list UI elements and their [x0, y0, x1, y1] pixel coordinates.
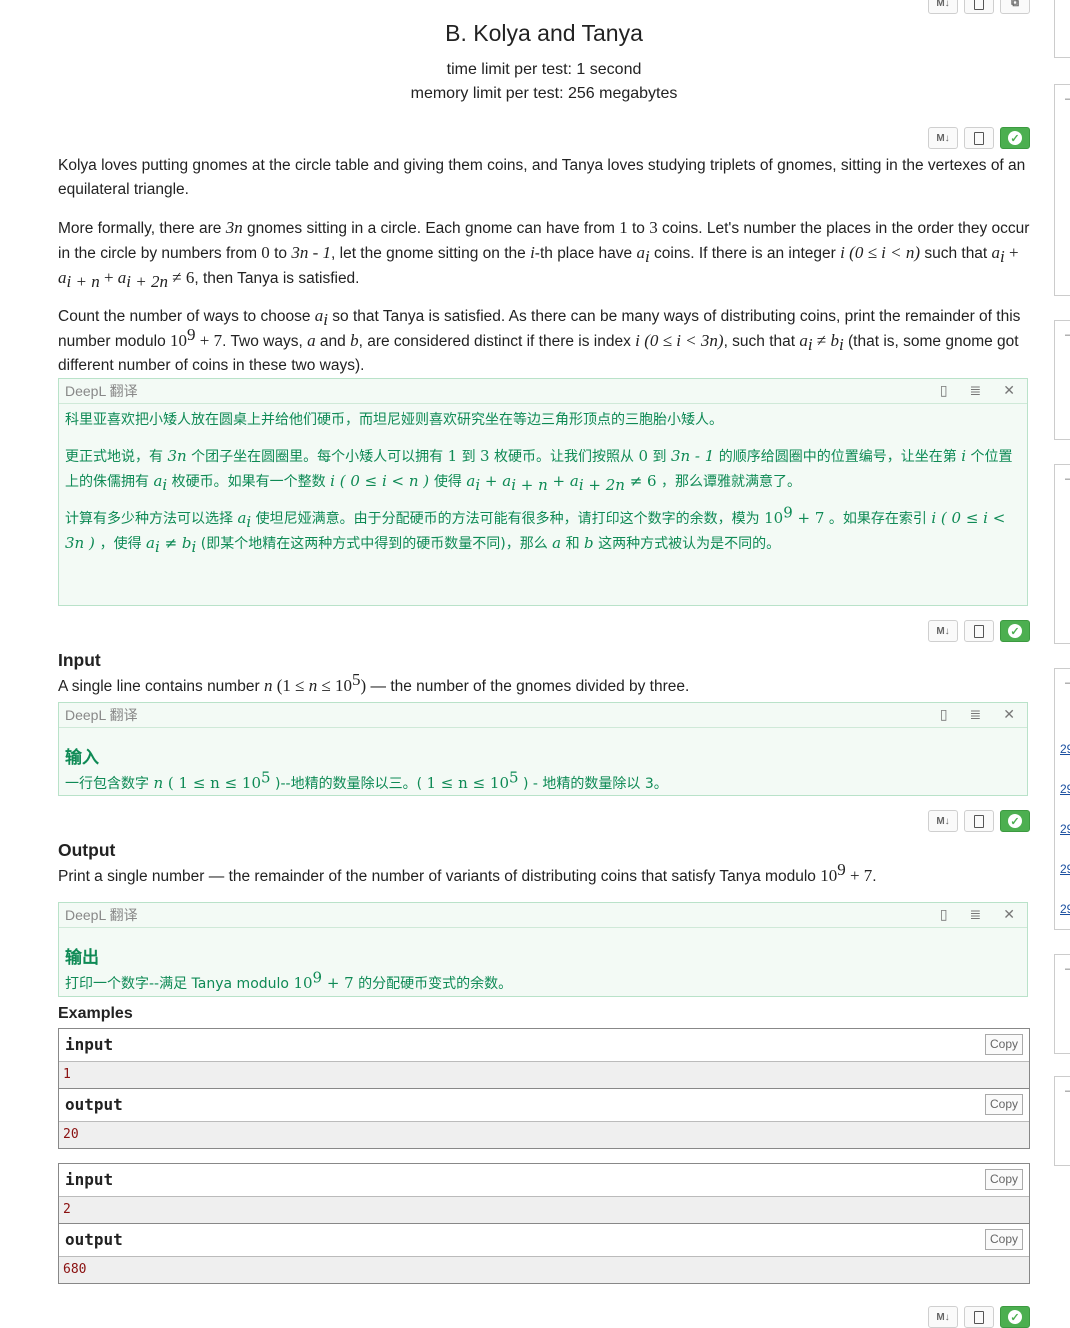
- example-input-data: 1: [59, 1062, 1029, 1089]
- copy-input-button[interactable]: Copy: [985, 1034, 1023, 1055]
- example-output-header: output Copy: [59, 1224, 1029, 1257]
- example-input-data: 2: [59, 1197, 1029, 1224]
- limits: time limit per test: 1 second memory lim…: [58, 58, 1030, 106]
- copy-output-button[interactable]: Copy: [985, 1094, 1023, 1115]
- statement-paragraph-2: More formally, there are 3n gnomes sitti…: [58, 218, 1030, 292]
- input-description: A single line contains number n (1 ≤ n ≤…: [58, 669, 690, 695]
- sidebar-link[interactable]: 29: [1060, 742, 1070, 756]
- markdown-button[interactable]: M↓: [928, 0, 958, 14]
- sidebar-box: –: [1054, 84, 1070, 296]
- clipboard-icon: [974, 624, 984, 638]
- copy-icon[interactable]: ▯: [940, 906, 948, 923]
- markdown-icon: M↓: [936, 625, 950, 637]
- check-icon: ✓: [1008, 1310, 1022, 1324]
- deepl-text: 打印一个数字--满足 Tanya modulo 109 + 7 的分配硬币变式的…: [65, 968, 513, 992]
- deepl-body: 科里亚喜欢把小矮人放在圆桌上并给他们硬币，而坦尼娅则喜欢研究坐在等边三角形顶点的…: [59, 404, 1027, 560]
- sidebar-box: –: [1054, 1076, 1070, 1166]
- copy-button[interactable]: [964, 620, 994, 642]
- statement-toolbar: M↓ ✓: [928, 127, 1030, 149]
- copy-button[interactable]: [964, 1306, 994, 1328]
- output-description: Print a single number — the remainder of…: [58, 859, 877, 885]
- close-icon[interactable]: ✕: [1003, 906, 1015, 923]
- statement-paragraph-1: Kolya loves putting gnomes at the circle…: [58, 157, 1026, 198]
- output-toolbar: M↓ ✓: [928, 810, 1030, 832]
- example-block: input Copy 2 output Copy 680: [58, 1163, 1030, 1284]
- deepl-paragraph-1: 科里亚喜欢把小矮人放在圆桌上并给他们硬币，而坦尼娅则喜欢研究坐在等边三角形顶点的…: [65, 412, 723, 428]
- sidebar-link[interactable]: 29: [1060, 902, 1070, 916]
- sidebar-box: [1054, 0, 1070, 58]
- clipboard-icon: [974, 0, 984, 10]
- example-block: input Copy 1 output Copy 20: [58, 1028, 1030, 1149]
- translate-button[interactable]: ✓: [1000, 127, 1030, 149]
- deepl-header: DeepL 翻译 ▯ ≣ ✕: [59, 903, 1027, 928]
- close-icon[interactable]: ✕: [1003, 382, 1015, 399]
- deepl-title: 输出: [65, 948, 99, 968]
- list-icon[interactable]: ≣: [970, 906, 982, 923]
- statement-paragraph-3: Count the number of ways to choose ai so…: [58, 306, 1021, 374]
- deepl-paragraph-2: 更正式地说，有 3n 个团子坐在圆圈里。每个小矮人可以拥有 1 到 3 枚硬币。…: [65, 447, 1013, 494]
- translate-icon: ⧉: [1011, 0, 1019, 9]
- markdown-button[interactable]: M↓: [928, 810, 958, 832]
- deepl-translation-output: DeepL 翻译 ▯ ≣ ✕ 输出 打印一个数字--满足 Tanya modulo …: [58, 902, 1028, 997]
- translate-button[interactable]: ✓: [1000, 620, 1030, 642]
- sidebar-box: –: [1054, 464, 1070, 644]
- example-input-header: input Copy: [59, 1029, 1029, 1062]
- copy-button[interactable]: [964, 0, 994, 14]
- sidebar-link[interactable]: 29: [1060, 862, 1070, 876]
- deepl-body: 输入 一行包含数字 n ( 1 ≤ n ≤ 105 )--地精的数量除以三。( …: [59, 728, 1027, 800]
- memory-limit: memory limit per test: 256 megabytes: [410, 85, 678, 102]
- markdown-button[interactable]: M↓: [928, 127, 958, 149]
- input-title: Input: [58, 650, 101, 670]
- markdown-button[interactable]: M↓: [928, 1306, 958, 1328]
- copy-button[interactable]: [964, 127, 994, 149]
- translate-button[interactable]: ✓: [1000, 810, 1030, 832]
- check-icon: ✓: [1008, 814, 1022, 828]
- check-icon: ✓: [1008, 624, 1022, 638]
- deepl-text: 一行包含数字 n ( 1 ≤ n ≤ 105 )--地精的数量除以三。( 1 ≤…: [65, 768, 668, 792]
- copy-icon[interactable]: ▯: [940, 382, 948, 399]
- clipboard-icon: [974, 1310, 984, 1324]
- markdown-icon: M↓: [936, 0, 950, 9]
- header-toolbar: M↓ ⧉: [928, 0, 1030, 14]
- markdown-icon: M↓: [936, 132, 950, 144]
- clipboard-icon: [974, 814, 984, 828]
- deepl-title: 输入: [65, 748, 99, 768]
- translate-button[interactable]: ⧉: [1000, 0, 1030, 14]
- check-icon: ✓: [1008, 131, 1022, 145]
- note-toolbar: M↓ ✓: [928, 1306, 1030, 1328]
- deepl-translation-input: DeepL 翻译 ▯ ≣ ✕ 输入 一行包含数字 n ( 1 ≤ n ≤ 105 )…: [58, 702, 1028, 796]
- example-input-header: input Copy: [59, 1164, 1029, 1197]
- deepl-body: 输出 打印一个数字--满足 Tanya modulo 109 + 7 的分配硬币…: [59, 928, 1027, 1000]
- list-icon[interactable]: ≣: [970, 706, 982, 723]
- examples-title: Examples: [58, 1005, 133, 1022]
- markdown-icon: M↓: [936, 815, 950, 827]
- clipboard-icon: [974, 131, 984, 145]
- example-output-data: 20: [59, 1122, 1029, 1148]
- example-output-header: output Copy: [59, 1089, 1029, 1122]
- sidebar-box: –: [1054, 668, 1070, 930]
- copy-button[interactable]: [964, 810, 994, 832]
- deepl-header: DeepL 翻译 ▯ ≣ ✕: [59, 703, 1027, 728]
- copy-input-button[interactable]: Copy: [985, 1169, 1023, 1190]
- example-output-data: 680: [59, 1257, 1029, 1283]
- list-icon[interactable]: ≣: [970, 382, 982, 399]
- deepl-paragraph-3: 计算有多少种方法可以选择 ai 使坦尼娅满意。由于分配硬币的方法可能有很多种，请…: [65, 503, 1006, 556]
- sidebar-box: –: [1054, 954, 1070, 1054]
- deepl-header: DeepL 翻译 ▯ ≣ ✕: [59, 379, 1027, 404]
- copy-icon[interactable]: ▯: [940, 706, 948, 723]
- sidebar-link[interactable]: 29: [1060, 822, 1070, 836]
- markdown-button[interactable]: M↓: [928, 620, 958, 642]
- close-icon[interactable]: ✕: [1003, 706, 1015, 723]
- time-limit: time limit per test: 1 second: [446, 61, 642, 78]
- sidebar-box: –: [1054, 320, 1070, 440]
- page-title: B. Kolya and Tanya: [445, 20, 643, 46]
- translate-button[interactable]: ✓: [1000, 1306, 1030, 1328]
- deepl-translation-statement: DeepL 翻译 ▯ ≣ ✕ 科里亚喜欢把小矮人放在圆桌上并给他们硬币，而坦尼娅则喜…: [58, 378, 1028, 606]
- sidebar-link[interactable]: 29: [1060, 782, 1070, 796]
- output-title: Output: [58, 840, 116, 860]
- copy-output-button[interactable]: Copy: [985, 1229, 1023, 1250]
- input-toolbar: M↓ ✓: [928, 620, 1030, 642]
